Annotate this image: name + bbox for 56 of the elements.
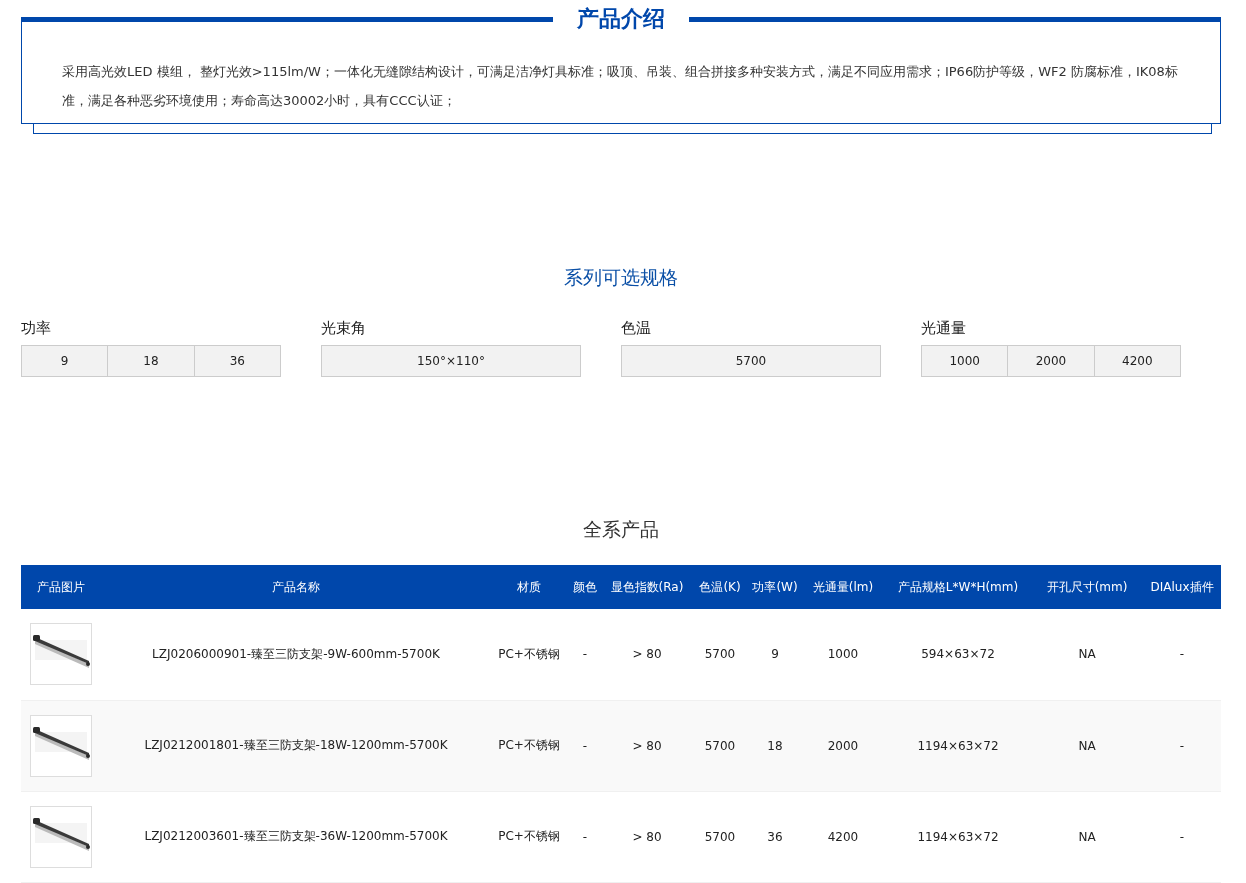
table-cell: 9 xyxy=(749,609,801,700)
spec-option[interactable]: 18 xyxy=(107,346,194,376)
section-title: 全系产品 xyxy=(582,517,660,542)
spec-label: 色温 xyxy=(621,319,652,338)
spec-label: 光束角 xyxy=(321,319,367,338)
column-header: 开孔尺寸(mm) xyxy=(1031,565,1143,609)
column-header: 材质 xyxy=(491,565,567,609)
table-cell: > 80 xyxy=(603,791,691,882)
column-header: 显色指数(Ra) xyxy=(603,565,691,609)
table-cell: - xyxy=(1143,609,1221,700)
table-cell: PC+不锈钢 xyxy=(491,609,567,700)
spec-option[interactable]: 2000 xyxy=(1007,346,1094,376)
column-header: 产品规格L*W*H(mm) xyxy=(885,565,1031,609)
table-cell: 18 xyxy=(749,700,801,791)
table-cell: - xyxy=(1143,791,1221,882)
table-cell: 1194×63×72 xyxy=(885,700,1031,791)
table-cell: 36 xyxy=(749,791,801,882)
table-cell: NA xyxy=(1031,791,1143,882)
table-cell: LZJ0206000901-臻至三防支架-9W-600mm-5700K xyxy=(101,609,491,700)
column-header: 色温(K) xyxy=(691,565,749,609)
table-cell: PC+不锈钢 xyxy=(491,791,567,882)
table-cell: 1000 xyxy=(801,609,885,700)
table-cell: 1194×63×72 xyxy=(885,791,1031,882)
table-cell: NA xyxy=(1031,609,1143,700)
spec-option[interactable]: 1000 xyxy=(922,346,1008,376)
table-cell: - xyxy=(1143,700,1221,791)
column-header: 功率(W) xyxy=(749,565,801,609)
table-cell: LZJ0212001801-臻至三防支架-18W-1200mm-5700K xyxy=(101,700,491,791)
table-cell: - xyxy=(567,791,603,882)
spec-option[interactable]: 4200 xyxy=(1093,346,1180,376)
table-cell: NA xyxy=(1031,700,1143,791)
section-title: 系列可选规格 xyxy=(563,265,679,290)
spec-option[interactable]: 5700 xyxy=(622,346,880,376)
intro-paragraph: 采用高光效LED 模组， 整灯光效>115lm/W；一体化无缝隙结构设计，可满足洁净灯具标准；吸顶、吊装、组合拼接多种安装方式，满足不同应用需求；IP66防护等级，WF2 防腐标准，IK08标准，满足各种恶劣环境使用；寿命高达30002小时，具有CCC认证； xyxy=(62,63,1179,110)
spec-label: 光通量 xyxy=(921,319,967,338)
table-cell: - xyxy=(567,700,603,791)
table-cell: 5700 xyxy=(691,700,749,791)
spec-option[interactable]: 36 xyxy=(193,346,280,376)
table-cell: > 80 xyxy=(603,609,691,700)
spec-option[interactable]: 9 xyxy=(22,346,108,376)
column-header: 颜色 xyxy=(567,565,603,609)
column-header: 光通量(lm) xyxy=(801,565,885,609)
table-cell: LZJ0212003601-臻至三防支架-36W-1200mm-5700K xyxy=(101,791,491,882)
table-cell: 5700 xyxy=(691,609,749,700)
column-header: 产品名称 xyxy=(101,565,491,609)
table-cell: 4200 xyxy=(801,791,885,882)
table-cell: PC+不锈钢 xyxy=(491,700,567,791)
spec-option[interactable]: 150°×110° xyxy=(322,346,580,376)
spec-label: 功率 xyxy=(21,319,52,338)
table-cell: - xyxy=(567,609,603,700)
table-cell: > 80 xyxy=(603,700,691,791)
table-cell: 594×63×72 xyxy=(885,609,1031,700)
column-header: DIAlux插件 xyxy=(1143,565,1221,609)
table-cell: 2000 xyxy=(801,700,885,791)
table-cell: 5700 xyxy=(691,791,749,882)
column-header: 产品图片 xyxy=(21,565,101,609)
